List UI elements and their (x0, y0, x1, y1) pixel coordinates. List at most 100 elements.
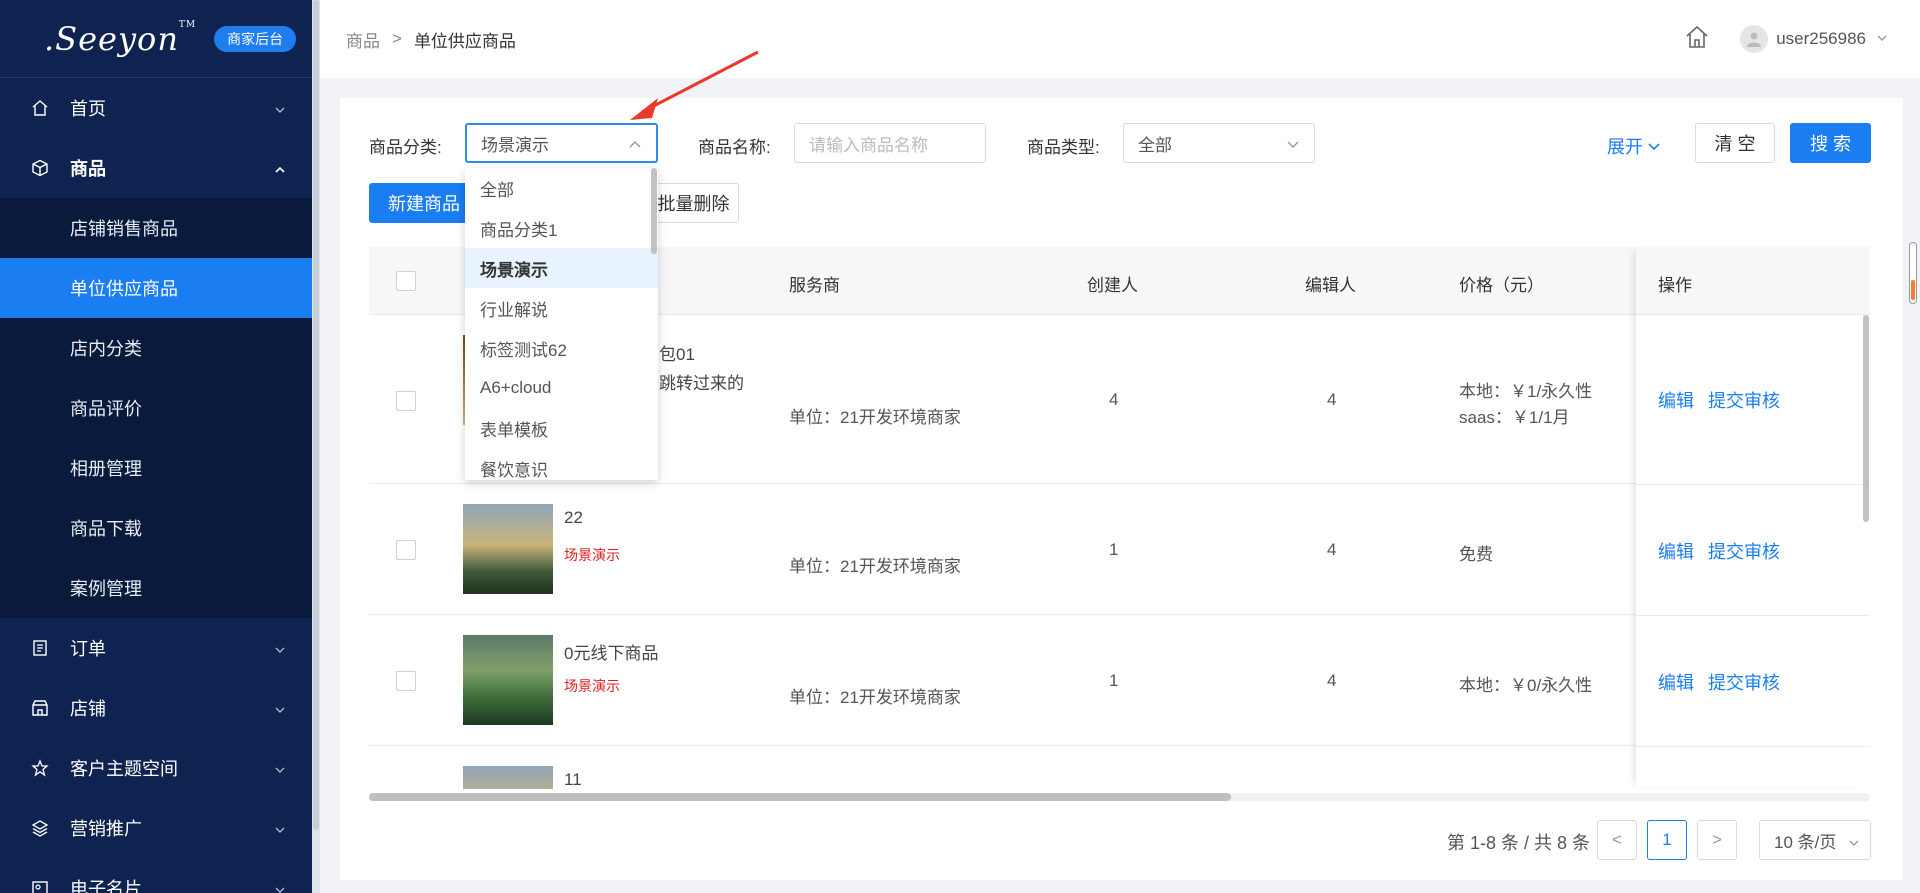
editor-value: 4 (1327, 390, 1337, 409)
select-all-checkbox[interactable] (396, 271, 416, 291)
sidebar-item-store[interactable]: 店铺 (0, 678, 312, 738)
brand-area: .SeeyonTM 商家后台 (0, 0, 312, 78)
sidebar-item-orders[interactable]: 订单 (0, 618, 312, 678)
page-1-button[interactable]: 1 (1647, 820, 1687, 860)
submit-review-link[interactable]: 提交审核 (1708, 538, 1780, 564)
chevron-down-icon (274, 640, 286, 661)
product-type-select[interactable]: 全部 (1123, 123, 1315, 163)
row-checkbox[interactable] (396, 540, 416, 560)
price-value: 本地：￥0/永久性 (1459, 676, 1593, 695)
top-header: 商品 > 单位供应商品 user256986 (320, 0, 1920, 78)
products-submenu: 店铺销售商品 单位供应商品 店内分类 商品评价 相册管理 商品下载 案例管理 (0, 198, 312, 618)
sidebar-item-cases[interactable]: 案例管理 (0, 558, 312, 618)
username[interactable]: user256986 (1776, 29, 1866, 49)
table-vertical-scrollbar[interactable] (1863, 315, 1869, 522)
breadcrumb-products[interactable]: 商品 (346, 27, 380, 52)
chevron-down-icon[interactable] (1876, 29, 1888, 49)
prev-page-button[interactable]: < (1597, 820, 1637, 860)
product-name[interactable]: 0元线下商品 (564, 639, 658, 664)
product-name-input[interactable]: 请输入商品名称 (794, 123, 986, 163)
star-icon (30, 758, 50, 778)
chevron-down-icon (1848, 834, 1860, 854)
next-page-button[interactable]: > (1697, 820, 1737, 860)
row-divider (1636, 484, 1870, 485)
annotation-arrow-icon (630, 50, 759, 120)
row-checkbox[interactable] (396, 391, 416, 411)
sidebar-item-album[interactable]: 相册管理 (0, 438, 312, 498)
sidebar-item-ecard[interactable]: 电子名片 (0, 858, 312, 893)
sidebar-item-theme-space[interactable]: 客户主题空间 (0, 738, 312, 798)
expand-filters-link[interactable]: 展开 (1607, 133, 1661, 159)
order-icon (30, 638, 50, 658)
edit-link[interactable]: 编辑 (1658, 669, 1694, 695)
dropdown-option[interactable]: 标签测试62 (465, 328, 658, 368)
page-scrollbar-indicator (1911, 280, 1915, 300)
pagination-summary: 第 1-8 条 / 共 8 条 (1447, 833, 1591, 853)
dropdown-option[interactable]: 表单模板 (465, 408, 658, 448)
product-thumbnail[interactable] (463, 635, 553, 725)
sidebar-item-reviews[interactable]: 商品评价 (0, 378, 312, 438)
sidebar-item-marketing[interactable]: 营销推广 (0, 798, 312, 858)
product-name[interactable]: 包01 (659, 340, 695, 365)
submit-review-link[interactable]: 提交审核 (1708, 387, 1780, 413)
edit-link[interactable]: 编辑 (1658, 538, 1694, 564)
header-user-area: user256986 (1684, 0, 1888, 78)
chevron-down-icon (1286, 136, 1300, 156)
dropdown-option[interactable]: 行业解说 (465, 288, 658, 328)
sidebar-scrollbar-thumb[interactable] (313, 0, 319, 830)
service-provider: 单位：21开发环境商家 (789, 408, 961, 427)
home-icon (30, 98, 50, 118)
clear-button[interactable]: 清 空 (1695, 123, 1775, 163)
service-provider: 单位：21开发环境商家 (789, 688, 961, 707)
dropdown-option[interactable]: A6+cloud (465, 368, 658, 408)
sidebar-item-home[interactable]: 首页 (0, 78, 312, 138)
chevron-down-icon (274, 820, 286, 841)
product-category-tag: 场景演示 (564, 678, 620, 694)
dropdown-option-selected[interactable]: 场景演示 (465, 248, 658, 288)
breadcrumb-separator: > (392, 29, 402, 48)
sidebar-item-store-sales[interactable]: 店铺销售商品 (0, 198, 312, 258)
editor-value: 4 (1327, 540, 1337, 559)
product-name[interactable]: 22 (564, 508, 583, 528)
product-name[interactable]: 11 (564, 770, 582, 789)
chevron-up-icon (274, 160, 286, 181)
column-price: 价格（元） (1459, 276, 1544, 295)
breadcrumb: 商品 > 单位供应商品 (346, 27, 516, 52)
avatar[interactable] (1740, 25, 1769, 53)
action-column-header: 操作 (1636, 247, 1870, 315)
seeyon-logo[interactable]: .SeeyonTM (44, 20, 196, 58)
row-divider (1636, 746, 1870, 747)
column-service: 服务商 (789, 276, 840, 295)
column-creator: 创建人 (1087, 276, 1138, 295)
table-horizontal-scroll-thumb[interactable] (369, 793, 1231, 801)
new-product-button[interactable]: 新建商品 (369, 183, 479, 223)
creator-value: 1 (1109, 671, 1119, 690)
sidebar: .SeeyonTM 商家后台 首页 商品 店铺销售商品 单位供应商品 店内分类 … (0, 0, 312, 893)
sidebar-item-products[interactable]: 商品 (0, 138, 312, 198)
product-thumbnail[interactable] (463, 766, 553, 789)
sidebar-item-store-category[interactable]: 店内分类 (0, 318, 312, 378)
chevron-down-icon (274, 100, 286, 121)
sidebar-item-download[interactable]: 商品下载 (0, 498, 312, 558)
page-size-select[interactable]: 10 条/页 (1759, 820, 1871, 860)
dropdown-option[interactable]: 餐饮意识 (465, 448, 658, 480)
creator-value: 4 (1109, 390, 1119, 409)
submit-review-link[interactable]: 提交审核 (1708, 669, 1780, 695)
dropdown-option[interactable]: 商品分类1 (465, 208, 658, 248)
store-icon (30, 698, 50, 718)
chevron-up-icon (628, 137, 642, 157)
merchant-backend-badge: 商家后台 (214, 25, 297, 52)
dropdown-scrollbar[interactable] (651, 168, 657, 254)
row-checkbox[interactable] (396, 671, 416, 691)
home-icon[interactable] (1684, 24, 1710, 55)
creator-value: 1 (1109, 540, 1119, 559)
search-button[interactable]: 搜 索 (1790, 123, 1871, 163)
product-thumbnail[interactable] (463, 504, 553, 594)
sidebar-item-unit-supply[interactable]: 单位供应商品 (0, 258, 312, 318)
dropdown-option[interactable]: 全部 (465, 168, 658, 208)
product-name-line2: 跳转过来的 (659, 374, 744, 393)
chevron-down-icon (274, 760, 286, 781)
price-value: 免费 (1459, 545, 1493, 564)
edit-link[interactable]: 编辑 (1658, 387, 1694, 413)
column-action: 操作 (1658, 276, 1692, 295)
